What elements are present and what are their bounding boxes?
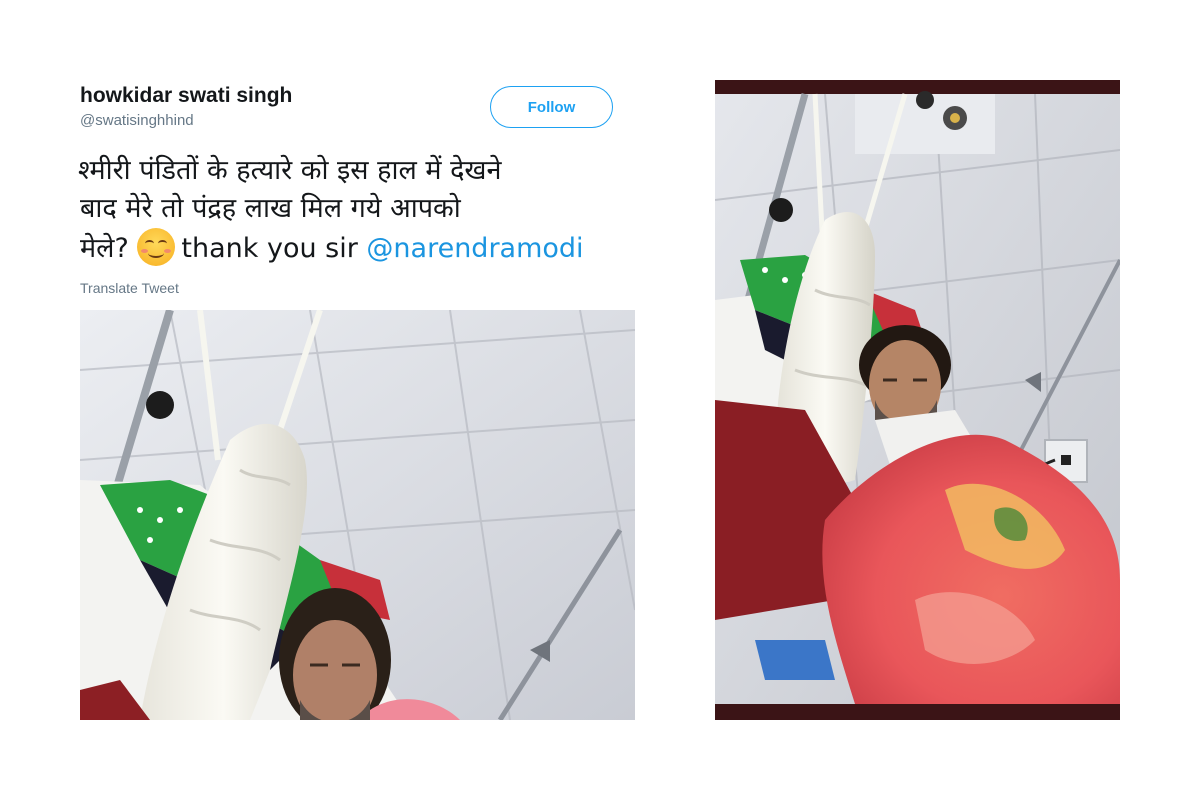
smiling-face-emoji-icon [137,228,176,266]
tweet-text-line-3-prefix: मेले? [80,233,129,264]
tweet-text: श्मीरी पंडितों के हत्यारे को इस हाल में … [78,152,640,268]
mention-link[interactable]: @narendramodi [366,233,583,264]
follow-button[interactable]: Follow [490,86,613,128]
tweet-text-line-2-text: बाद मेरे तो पंद्रह लाख मिल गये आपको [80,193,461,224]
tweet-text-line-2: बाद मेरे तो पंद्रह लाख मिल गये आपको [80,190,640,228]
tweet-text-line-1: श्मीरी पंडितों के हत्यारे को इस हाल में … [78,155,502,186]
tweet-text-line-3-suffix: thank you sir [181,233,358,264]
translate-tweet-link[interactable]: Translate Tweet [80,280,179,296]
user-handle-text: swatisinghhind [95,112,194,129]
display-name[interactable]: howkidar swati singh [80,84,292,108]
tweet-card: howkidar swati singh @swatisinghhind Fol… [0,0,640,800]
tweet-photo[interactable] [80,310,635,720]
user-handle[interactable]: @swatisinghhind [80,112,194,129]
hospital-photo[interactable] [715,80,1120,720]
tweet-text-line-3: मेले? thank you sir @narendramodi [80,228,640,268]
